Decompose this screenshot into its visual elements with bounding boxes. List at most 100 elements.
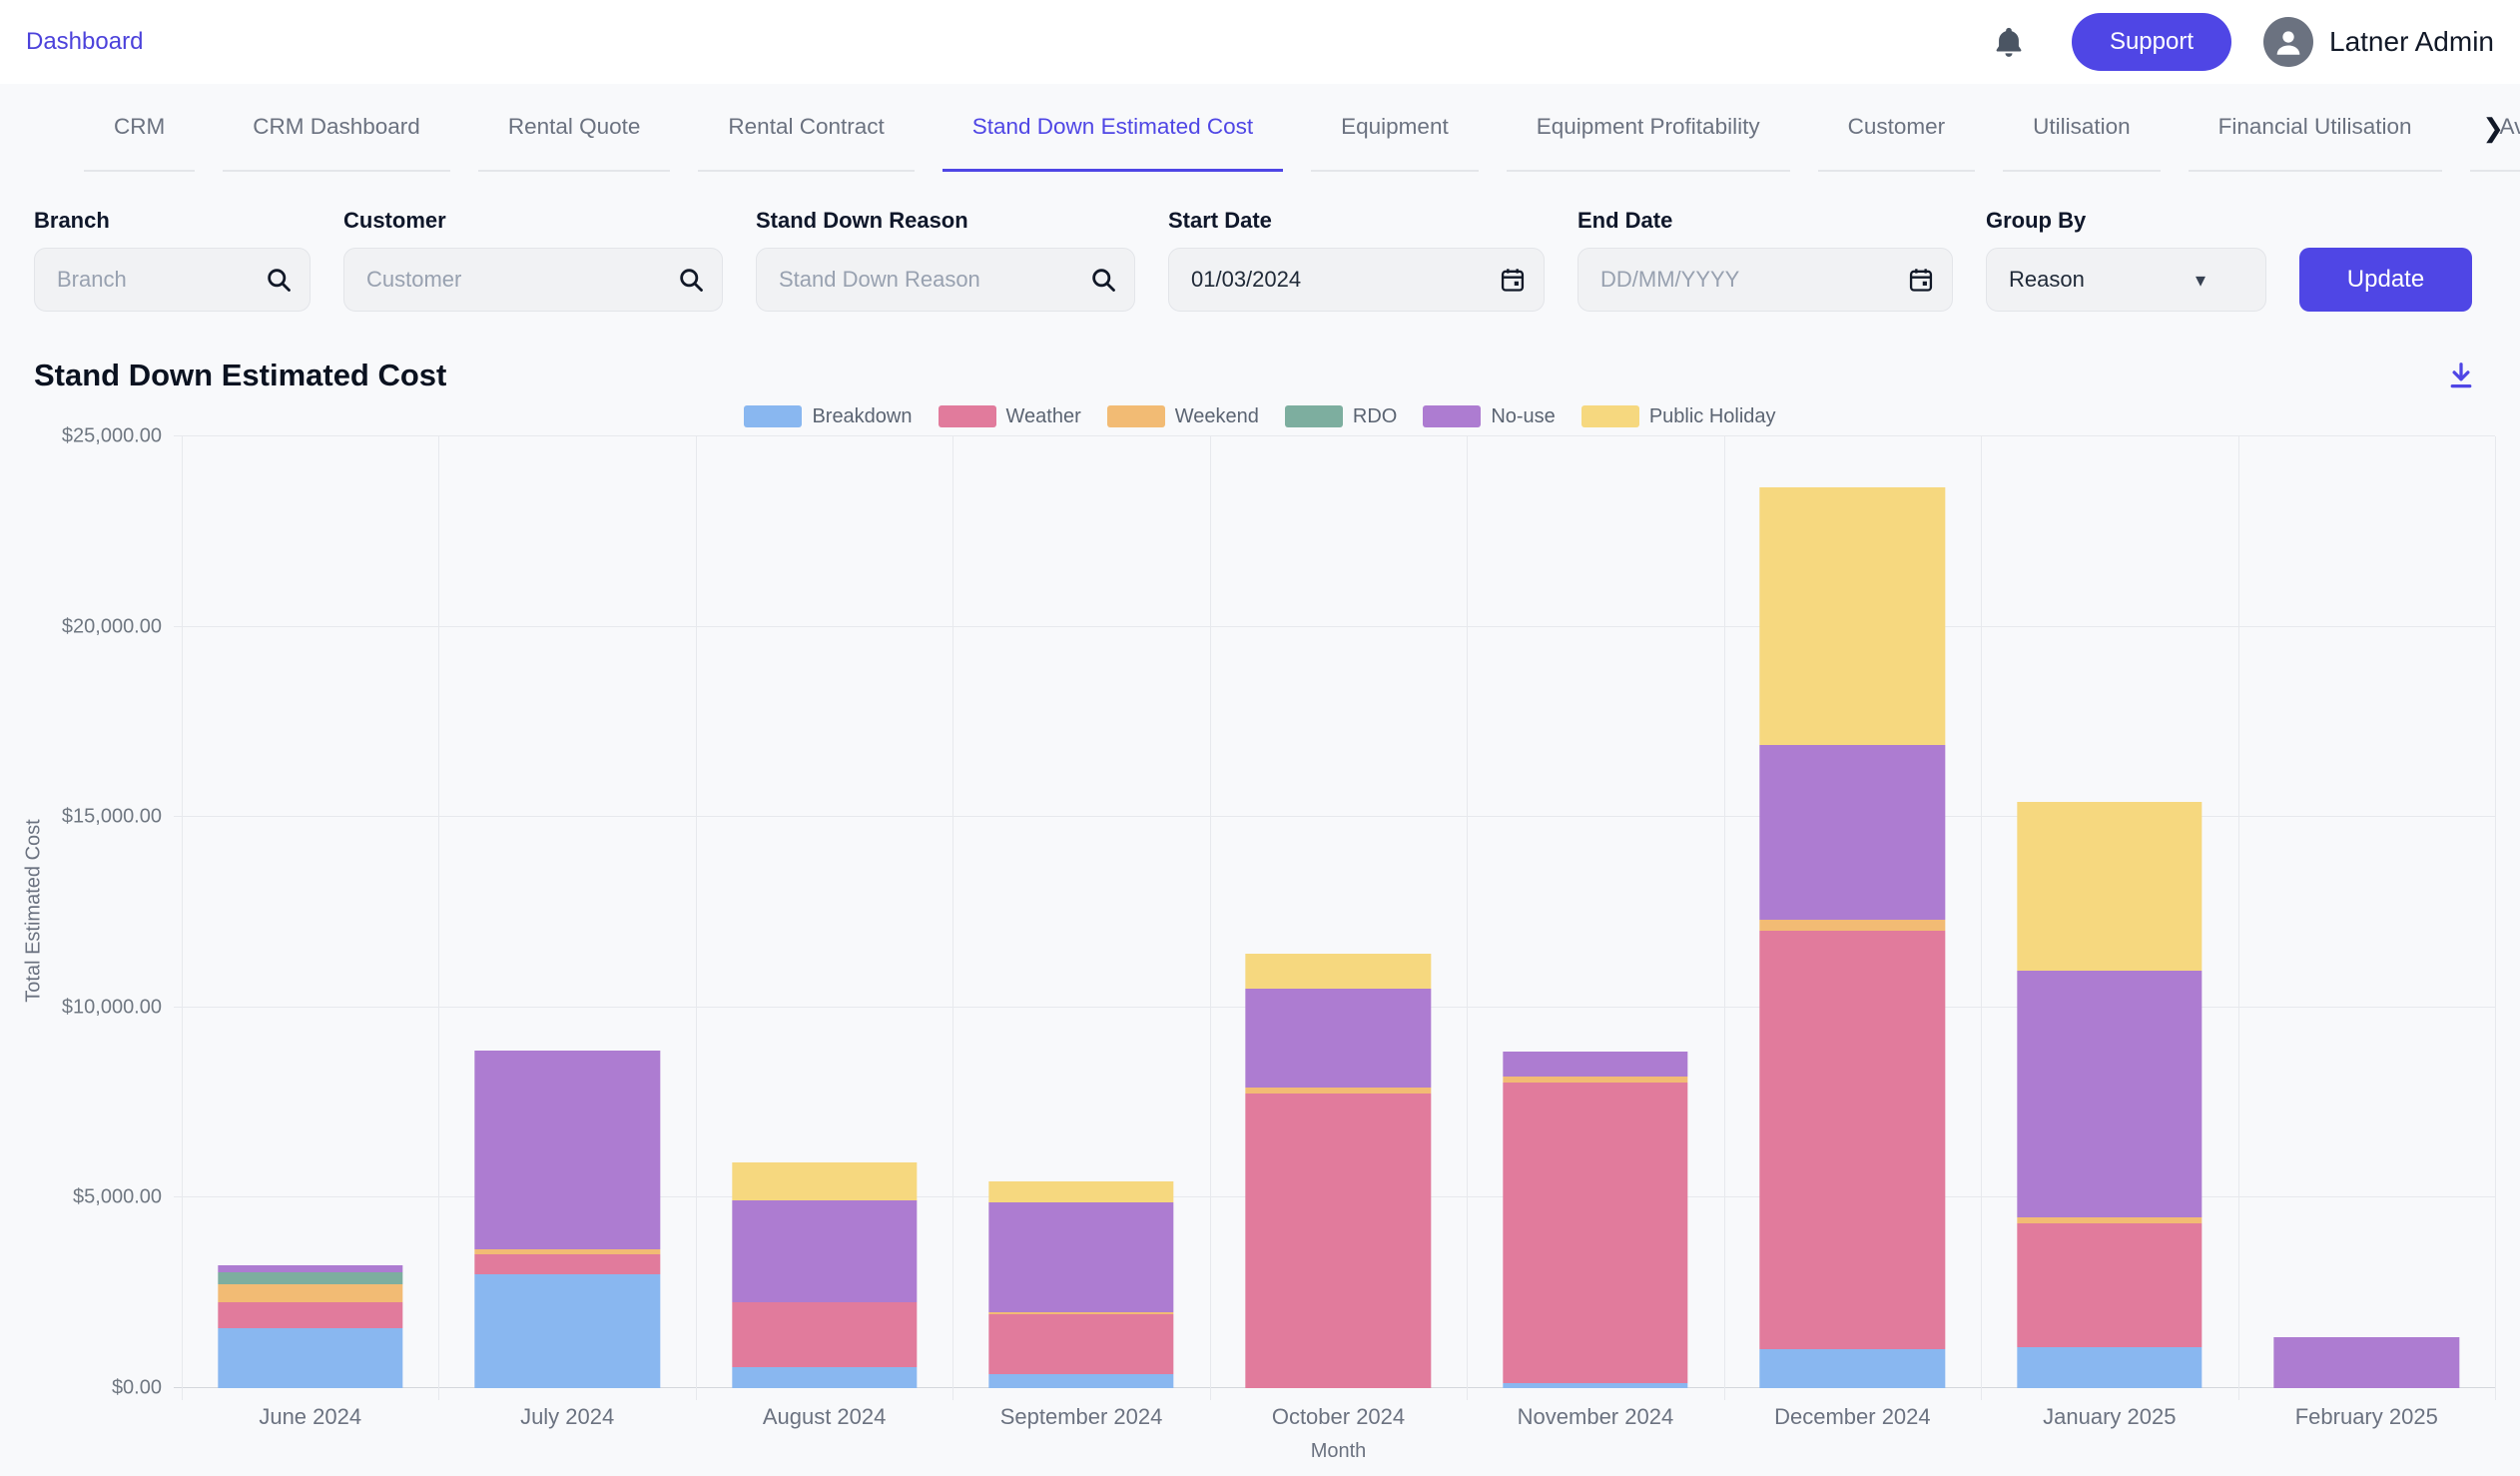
legend-label: No-use bbox=[1491, 405, 1555, 428]
legend-swatch-breakdown bbox=[744, 405, 802, 427]
y-tick-label: $15,000.00 bbox=[62, 806, 162, 829]
bar-segment-public-holiday[interactable] bbox=[2017, 802, 2202, 971]
bar-segment-no-use[interactable] bbox=[474, 1051, 659, 1249]
bar-segment-no-use[interactable] bbox=[2274, 1337, 2459, 1388]
end-date-input[interactable] bbox=[1577, 248, 1953, 312]
gridline-vertical bbox=[2495, 436, 2496, 1400]
legend-item-weather[interactable]: Weather bbox=[939, 405, 1081, 428]
bar-segment-weather[interactable] bbox=[1760, 931, 1945, 1349]
x-tick-label: October 2024 bbox=[1210, 1404, 1467, 1430]
y-tick-label: $20,000.00 bbox=[62, 615, 162, 638]
legend-swatch-rdo bbox=[1285, 405, 1343, 427]
breadcrumb-dashboard-link[interactable]: Dashboard bbox=[26, 28, 143, 56]
tab-crm-dashboard[interactable]: CRM Dashboard bbox=[223, 84, 450, 172]
stacked-bar-december-2024 bbox=[1760, 487, 1945, 1388]
customer-field: Customer bbox=[343, 208, 723, 312]
tab-equipment-profitability[interactable]: Equipment Profitability bbox=[1507, 84, 1790, 172]
legend-label: Weekend bbox=[1175, 405, 1259, 428]
bar-segment-breakdown[interactable] bbox=[732, 1367, 917, 1388]
notifications-bell-icon[interactable] bbox=[1992, 24, 2026, 60]
legend-item-breakdown[interactable]: Breakdown bbox=[744, 405, 912, 428]
search-icon[interactable] bbox=[677, 266, 705, 294]
tab-rental-quote[interactable]: Rental Quote bbox=[478, 84, 671, 172]
customer-input[interactable] bbox=[343, 248, 723, 312]
tab-financial-utilisation[interactable]: Financial Utilisation bbox=[2189, 84, 2442, 172]
group-by-select[interactable]: Reason ▾ bbox=[1986, 248, 2266, 312]
bar-segment-weather[interactable] bbox=[474, 1254, 659, 1274]
bar-segment-breakdown[interactable] bbox=[474, 1274, 659, 1388]
bar-segment-public-holiday[interactable] bbox=[732, 1162, 917, 1200]
calendar-icon[interactable] bbox=[1499, 266, 1527, 294]
support-button[interactable]: Support bbox=[2072, 13, 2231, 71]
tab-stand-down-estimated-cost[interactable]: Stand Down Estimated Cost bbox=[943, 84, 1283, 172]
search-icon[interactable] bbox=[265, 266, 293, 294]
end-date-label: End Date bbox=[1577, 208, 1953, 234]
stacked-bar-october-2024 bbox=[1246, 954, 1431, 1388]
bar-segment-weekend[interactable] bbox=[218, 1284, 402, 1302]
tab-rental-contract[interactable]: Rental Contract bbox=[698, 84, 914, 172]
x-tick-label: January 2025 bbox=[1981, 1404, 2237, 1430]
bar-segment-no-use[interactable] bbox=[2017, 971, 2202, 1217]
bar-segment-no-use[interactable] bbox=[1760, 745, 1945, 920]
download-icon[interactable] bbox=[2446, 361, 2476, 390]
tab-crm[interactable]: CRM bbox=[84, 84, 195, 172]
legend-item-no-use[interactable]: No-use bbox=[1423, 405, 1555, 428]
branch-label: Branch bbox=[34, 208, 311, 234]
stand-down-reason-input[interactable] bbox=[756, 248, 1135, 312]
bar-segment-weather[interactable] bbox=[1246, 1094, 1431, 1388]
top-bar: Dashboard Support Latner Admin bbox=[0, 0, 2520, 84]
calendar-icon[interactable] bbox=[1907, 266, 1935, 294]
bar-segment-breakdown[interactable] bbox=[2017, 1347, 2202, 1388]
bar-segment-weather[interactable] bbox=[1503, 1083, 1687, 1383]
update-button[interactable]: Update bbox=[2299, 248, 2472, 312]
chart-legend: Breakdown Weather Weekend RDO No-use Public H… bbox=[0, 403, 2520, 429]
bar-segment-public-holiday[interactable] bbox=[1760, 487, 1945, 745]
chart-column-november-2024: November 2024 bbox=[1467, 436, 1723, 1388]
search-icon[interactable] bbox=[1089, 266, 1117, 294]
tab-customer[interactable]: Customer bbox=[1818, 84, 1976, 172]
bar-segment-breakdown[interactable] bbox=[1760, 1349, 1945, 1388]
chart-column-october-2024: October 2024 bbox=[1210, 436, 1467, 1388]
legend-item-weekend[interactable]: Weekend bbox=[1107, 405, 1259, 428]
x-tick-label: February 2025 bbox=[2238, 1404, 2495, 1430]
bar-segment-no-use[interactable] bbox=[218, 1265, 402, 1273]
chart-column-august-2024: August 2024 bbox=[696, 436, 952, 1388]
x-tick-label: July 2024 bbox=[438, 1404, 695, 1430]
stand-down-reason-field: Stand Down Reason bbox=[756, 208, 1135, 312]
app: Dashboard Support Latner Admin CRM CRM Da… bbox=[0, 0, 2520, 1470]
y-tick-label: $10,000.00 bbox=[62, 996, 162, 1019]
x-tick-label: June 2024 bbox=[182, 1404, 438, 1430]
bar-segment-weather[interactable] bbox=[2017, 1223, 2202, 1347]
avatar[interactable] bbox=[2263, 17, 2313, 67]
bar-segment-no-use[interactable] bbox=[988, 1202, 1173, 1312]
chart-column-july-2024: July 2024 bbox=[438, 436, 695, 1388]
page-title: Stand Down Estimated Cost bbox=[34, 358, 2446, 393]
tab-utilisation[interactable]: Utilisation bbox=[2003, 84, 2161, 172]
legend-item-public-holiday[interactable]: Public Holiday bbox=[1581, 405, 1776, 428]
bar-segment-breakdown[interactable] bbox=[988, 1374, 1173, 1388]
bar-segment-no-use[interactable] bbox=[732, 1200, 917, 1302]
bar-segment-public-holiday[interactable] bbox=[988, 1181, 1173, 1202]
legend-swatch-public-holiday bbox=[1581, 405, 1639, 427]
chart-column-june-2024: June 2024 bbox=[182, 436, 438, 1388]
bar-segment-rdo[interactable] bbox=[218, 1272, 402, 1284]
bar-segment-breakdown[interactable] bbox=[218, 1328, 402, 1388]
bar-segment-breakdown[interactable] bbox=[1503, 1383, 1687, 1388]
bar-segment-weather[interactable] bbox=[732, 1302, 917, 1368]
bar-segment-weekend[interactable] bbox=[1760, 920, 1945, 931]
start-date-input[interactable] bbox=[1168, 248, 1545, 312]
tab-equipment[interactable]: Equipment bbox=[1311, 84, 1479, 172]
bar-segment-public-holiday[interactable] bbox=[1246, 954, 1431, 989]
select-caret-icon: ▾ bbox=[2196, 268, 2205, 293]
bar-segment-no-use[interactable] bbox=[1503, 1052, 1687, 1078]
stacked-bar-june-2024 bbox=[218, 1265, 402, 1388]
bar-segment-no-use[interactable] bbox=[1246, 989, 1431, 1088]
legend-item-rdo[interactable]: RDO bbox=[1285, 405, 1397, 428]
bar-segment-weather[interactable] bbox=[218, 1302, 402, 1328]
bar-segment-weather[interactable] bbox=[988, 1314, 1173, 1373]
stacked-bar-november-2024 bbox=[1503, 1052, 1687, 1388]
x-tick-label: August 2024 bbox=[696, 1404, 952, 1430]
stacked-bar-january-2025 bbox=[2017, 802, 2202, 1388]
tab-overflow-chevron-icon[interactable]: ❯ bbox=[2476, 84, 2510, 172]
legend-label: RDO bbox=[1353, 405, 1397, 428]
